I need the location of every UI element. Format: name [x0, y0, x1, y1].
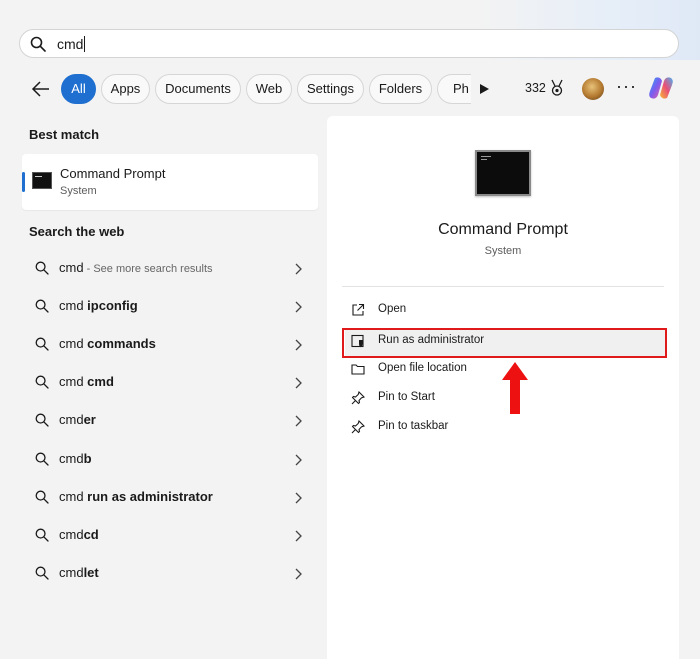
open-label: Open [378, 303, 407, 315]
search-box[interactable]: cmd [19, 29, 679, 58]
tab-documents[interactable]: Documents [155, 74, 241, 104]
open-file-location-label: Open file location [378, 362, 467, 374]
copilot-icon[interactable] [646, 73, 676, 103]
search-icon [35, 528, 49, 542]
web-suggestion-text: cmd commands [59, 336, 156, 351]
chevron-right-icon[interactable] [294, 301, 302, 313]
search-icon [35, 337, 49, 351]
web-suggestion[interactable]: cmdb [22, 441, 318, 479]
open-external-icon [352, 303, 365, 316]
scroll-right-icon[interactable] [478, 83, 490, 95]
divider [342, 286, 664, 287]
suggestion-completion: let [83, 565, 99, 580]
web-suggestion[interactable]: cmd ipconfig [22, 288, 318, 326]
best-match-type: System [60, 185, 97, 197]
suggestion-prefix: cmd [59, 374, 88, 389]
chevron-right-icon[interactable] [294, 568, 302, 580]
tab-apps[interactable]: Apps [101, 74, 150, 104]
chevron-right-icon[interactable] [294, 377, 302, 389]
suggestion-completion: cmd [87, 374, 114, 389]
chevron-right-icon[interactable] [294, 415, 302, 427]
web-suggestion-text: cmd cmd [59, 374, 114, 389]
command-prompt-large-icon [475, 150, 531, 196]
search-icon [35, 299, 49, 313]
search-web-title: Search the web [29, 224, 125, 239]
web-suggestion[interactable]: cmd commands [22, 326, 318, 364]
tab-photos[interactable]: Ph [437, 74, 471, 104]
suggestion-completion: ipconfig [87, 298, 138, 313]
tab-settings[interactable]: Settings [297, 74, 364, 104]
search-icon [35, 566, 49, 580]
pin-to-taskbar-action[interactable]: Pin to taskbar [345, 414, 665, 442]
open-action[interactable]: Open [345, 297, 665, 325]
suggestion-prefix: cmd [59, 565, 84, 580]
pin-to-start-label: Pin to Start [378, 391, 435, 403]
more-options-icon[interactable]: ··· [616, 76, 637, 97]
avatar[interactable] [582, 78, 604, 100]
folder-icon [351, 364, 365, 375]
suggestion-hint: - See more search results [83, 263, 213, 275]
search-icon [30, 36, 46, 52]
command-prompt-icon [32, 172, 52, 189]
web-suggestion[interactable]: cmdcd [22, 517, 318, 555]
search-icon [35, 452, 49, 466]
best-match-title: Best match [29, 127, 100, 142]
best-match-name: Command Prompt [60, 166, 166, 181]
red-up-arrow-icon [502, 362, 528, 414]
web-suggestion-text: cmd run as administrator [59, 489, 213, 504]
search-input[interactable]: cmd [57, 36, 86, 52]
chevron-right-icon[interactable] [294, 454, 302, 466]
search-icon [35, 413, 49, 427]
web-suggestion-text: cmder [59, 412, 96, 427]
search-query: cmd [57, 36, 84, 52]
suggestion-completion: b [83, 451, 92, 466]
web-suggestion-text: cmd - See more search results [59, 260, 213, 275]
highlight-box [342, 328, 667, 358]
pin-icon [351, 420, 365, 434]
back-arrow-icon[interactable] [31, 79, 51, 99]
suggestion-prefix: cmd [59, 527, 84, 542]
filter-row: All Apps Documents Web Settings Folders … [0, 73, 700, 105]
suggestion-completion: cd [83, 527, 99, 542]
suggestion-prefix: cmd [59, 412, 84, 427]
web-suggestion[interactable]: cmd - See more search results [22, 250, 318, 288]
tab-web[interactable]: Web [246, 74, 292, 104]
web-suggestion[interactable]: cmdlet [22, 555, 318, 593]
web-suggestion-text: cmdcd [59, 527, 99, 542]
search-icon [35, 490, 49, 504]
app-name: Command Prompt [438, 221, 568, 238]
text-caret [84, 36, 86, 52]
chevron-right-icon[interactable] [294, 492, 302, 504]
suggestion-prefix: cmd [59, 489, 88, 504]
chevron-right-icon[interactable] [294, 339, 302, 351]
web-suggestion-text: cmdlet [59, 565, 99, 580]
app-type: System [484, 245, 522, 257]
tab-all[interactable]: All [61, 74, 96, 104]
selection-indicator [22, 172, 25, 192]
best-match-result[interactable]: Command Prompt System [22, 154, 318, 210]
chevron-right-icon[interactable] [294, 263, 302, 275]
pin-to-taskbar-label: Pin to taskbar [378, 420, 449, 432]
web-suggestion-text: cmdb [59, 451, 92, 466]
search-icon [35, 375, 49, 389]
suggestion-completion: er [83, 412, 96, 427]
suggestion-prefix: cmd [59, 298, 88, 313]
search-icon [35, 261, 49, 275]
web-suggestion[interactable]: cmd run as administrator [22, 479, 318, 517]
suggestion-prefix: cmd [59, 451, 84, 466]
rewards-points: 332 [525, 81, 546, 95]
suggestion-completion: run as administrator [87, 489, 213, 504]
suggestion-prefix: cmd [59, 260, 84, 275]
medal-icon[interactable] [549, 79, 565, 97]
suggestion-prefix: cmd [59, 336, 88, 351]
web-suggestion[interactable]: cmd cmd [22, 364, 318, 402]
pin-icon [351, 391, 365, 405]
tab-folders[interactable]: Folders [369, 74, 432, 104]
web-suggestion-text: cmd ipconfig [59, 298, 138, 313]
suggestion-completion: commands [87, 336, 156, 351]
chevron-right-icon[interactable] [294, 530, 302, 542]
web-suggestion[interactable]: cmder [22, 402, 318, 440]
